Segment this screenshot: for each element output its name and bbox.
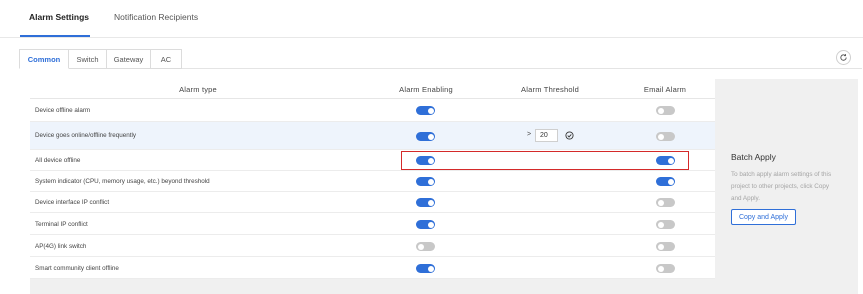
alarm-enabling-toggle[interactable] [416, 242, 435, 251]
email-alarm-toggle[interactable] [656, 242, 675, 251]
threshold-input[interactable]: 20 [535, 129, 558, 142]
alarm-enabling-toggle[interactable] [416, 106, 435, 115]
header-alarm-type: Alarm type [179, 85, 217, 94]
table-row: AP(4G) link switch [30, 235, 715, 257]
subtab-divider [182, 68, 862, 69]
device-type-tabs: Common Switch Gateway AC [19, 49, 182, 69]
header-alarm-enabling: Alarm Enabling [399, 85, 453, 94]
alarm-type-label: Device goes online/offline frequently [35, 132, 137, 139]
alarm-type-label: System indicator (CPU, memory usage, etc… [35, 178, 210, 185]
alarm-type-label: AP(4G) link switch [35, 243, 87, 250]
alarm-enabling-toggle[interactable] [416, 198, 435, 207]
header-email-alarm: Email Alarm [643, 85, 687, 94]
table-row: Smart community client offline [30, 257, 715, 279]
table-row: Device interface IP conflict [30, 192, 715, 213]
tab-alarm-settings[interactable]: Alarm Settings [29, 12, 89, 22]
alarm-type-label: All device offline [35, 157, 81, 164]
subtab-switch[interactable]: Switch [69, 49, 107, 69]
tab-notification-recipients[interactable]: Notification Recipients [114, 12, 198, 22]
table-row: Device goes online/offline frequently > … [30, 122, 715, 150]
alarm-enabling-toggle[interactable] [416, 264, 435, 273]
table-row: All device offline [30, 150, 715, 171]
alarm-enabling-toggle[interactable] [416, 156, 435, 165]
refresh-button[interactable] [836, 50, 851, 65]
subtab-common[interactable]: Common [19, 49, 69, 69]
email-alarm-toggle[interactable] [656, 220, 675, 229]
email-alarm-toggle[interactable] [656, 106, 675, 115]
table-row: Device offline alarm [30, 99, 715, 122]
alarm-enabling-toggle[interactable] [416, 132, 435, 141]
table-header: Alarm type Alarm Enabling Alarm Threshol… [30, 79, 715, 99]
subtab-gateway[interactable]: Gateway [107, 49, 151, 69]
table-row: System indicator (CPU, memory usage, etc… [30, 171, 715, 192]
copy-and-apply-button[interactable]: Copy and Apply [731, 209, 796, 225]
table-row: Terminal IP conflict [30, 213, 715, 235]
subtab-ac[interactable]: AC [151, 49, 182, 69]
alarm-table: Alarm type Alarm Enabling Alarm Threshol… [30, 79, 715, 279]
batch-apply-description: To batch apply alarm settings of this pr… [731, 171, 832, 202]
confirm-check-icon[interactable] [565, 131, 574, 140]
header-alarm-threshold: Alarm Threshold [521, 85, 579, 94]
threshold-operator: > [527, 131, 532, 138]
alarm-type-label: Terminal IP conflict [35, 221, 88, 228]
alarm-type-label: Device interface IP conflict [35, 199, 110, 206]
email-alarm-toggle[interactable] [656, 264, 675, 273]
top-tab-bar: Alarm Settings Notification Recipients [0, 0, 863, 38]
active-tab-indicator [20, 35, 90, 37]
email-alarm-toggle[interactable] [656, 132, 675, 141]
alarm-type-label: Smart community client offline [35, 265, 119, 272]
refresh-icon [840, 54, 847, 61]
alarm-enabling-toggle[interactable] [416, 220, 435, 229]
batch-apply-title: Batch Apply [731, 152, 776, 162]
email-alarm-toggle[interactable] [656, 156, 675, 165]
email-alarm-toggle[interactable] [656, 198, 675, 207]
alarm-type-label: Device offline alarm [35, 107, 91, 114]
alarm-enabling-toggle[interactable] [416, 177, 435, 186]
email-alarm-toggle[interactable] [656, 177, 675, 186]
